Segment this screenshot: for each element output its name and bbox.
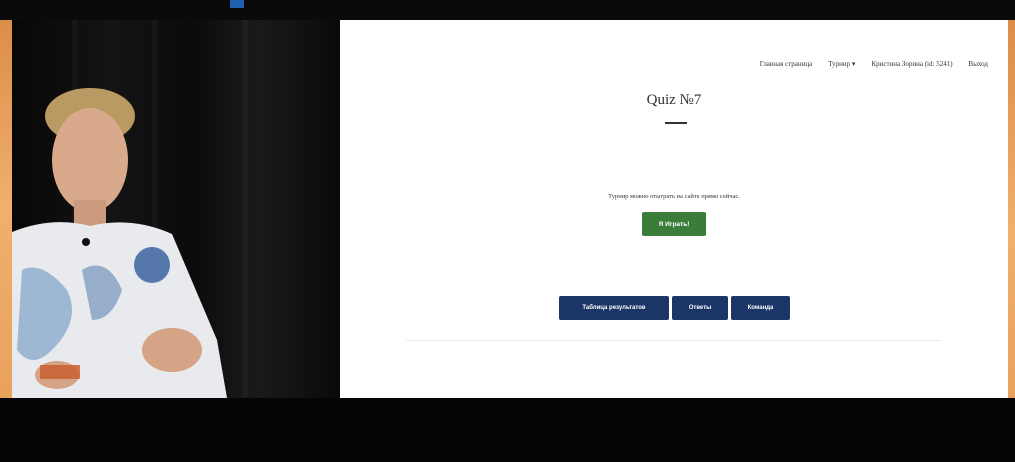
teams-button[interactable]: Команда <box>731 296 790 320</box>
nav-logout-link[interactable]: Выход <box>969 60 988 68</box>
nav-tournaments-dropdown[interactable]: Турнир ▾ <box>828 60 855 68</box>
frame-border-left <box>0 0 12 462</box>
tournament-info-text: Турнир можно отыграть на сайте прямо сей… <box>608 193 740 200</box>
title-underline <box>665 122 687 124</box>
frame-accent <box>230 0 244 8</box>
divider <box>406 340 942 341</box>
quiz-page: Главная страница Турнир ▾ Кристина Зорин… <box>340 20 1008 398</box>
nav-home-link[interactable]: Главная страница <box>760 60 812 68</box>
presenter-figure <box>12 88 227 398</box>
nav-user-link[interactable]: Кристина Зорина (id: 5241) <box>871 60 952 68</box>
play-button[interactable]: Я Играть! <box>642 212 706 236</box>
results-table-button[interactable]: Таблица результатов <box>559 296 669 320</box>
presenter-video <box>12 20 340 398</box>
frame-border-right <box>1008 0 1015 462</box>
video-letterbox-bottom <box>0 398 1015 462</box>
top-nav: Главная страница Турнир ▾ Кристина Зорин… <box>760 60 988 68</box>
frame-border-top <box>0 0 1015 20</box>
answers-button[interactable]: Ответы <box>672 296 728 320</box>
page-title: Quiz №7 <box>646 92 702 108</box>
